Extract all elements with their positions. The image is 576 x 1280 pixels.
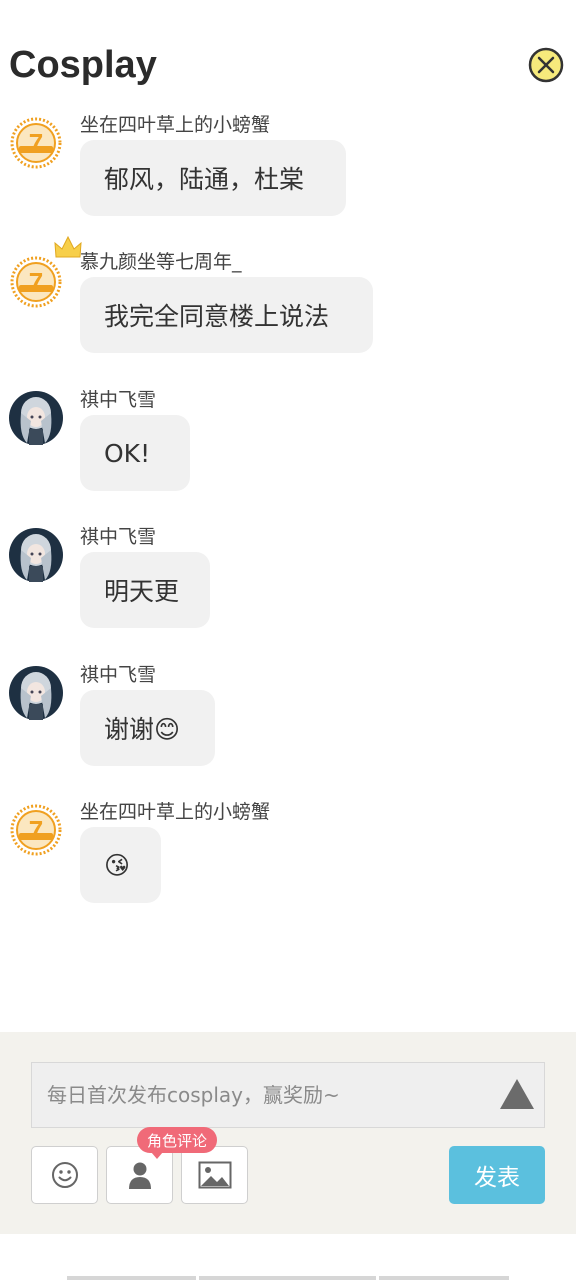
avatar[interactable] <box>9 528 63 582</box>
comment-input[interactable] <box>32 1063 492 1127</box>
crown-icon <box>54 235 82 258</box>
avatar[interactable] <box>9 116 63 170</box>
message-bubble: 明天更 <box>80 552 210 628</box>
username[interactable]: 慕九颜坐等七周年_ <box>80 247 242 274</box>
avatar[interactable] <box>9 666 63 720</box>
username[interactable]: 坐在四叶草上的小螃蟹 <box>80 797 270 824</box>
anime-avatar-icon <box>9 666 63 720</box>
badge-avatar-icon <box>9 116 63 170</box>
composer-panel: 角色评论 发表 <box>0 1032 576 1234</box>
badge-avatar-icon <box>9 255 63 309</box>
person-icon <box>128 1162 151 1189</box>
message-bubble: OK! <box>80 415 190 491</box>
username[interactable]: 祺中飞雪 <box>80 385 156 412</box>
avatar[interactable] <box>9 391 63 445</box>
page-title: Cosplay <box>9 44 157 86</box>
anime-avatar-icon <box>9 528 63 582</box>
avatar[interactable] <box>9 235 82 309</box>
image-button[interactable] <box>181 1146 248 1204</box>
message-bubble: 我完全同意楼上说法 <box>80 277 373 353</box>
role-comment-tag: 角色评论 <box>137 1127 218 1159</box>
emoji-button[interactable] <box>31 1146 98 1204</box>
close-button[interactable] <box>528 47 564 83</box>
triangle-up-icon[interactable] <box>499 1077 535 1111</box>
comment-input-box[interactable] <box>31 1062 545 1128</box>
nav-indicator <box>67 1276 196 1280</box>
anime-avatar-icon <box>9 391 63 445</box>
username[interactable]: 祺中飞雪 <box>80 522 156 549</box>
username[interactable]: 坐在四叶草上的小螃蟹 <box>80 110 270 137</box>
message-bubble: 谢谢😊 <box>80 690 215 766</box>
message-bubble: 郁风，陆通，杜棠 <box>80 140 346 216</box>
smiley-icon <box>51 1162 78 1188</box>
nav-indicator <box>379 1276 509 1280</box>
close-icon <box>528 47 564 83</box>
image-icon <box>198 1161 231 1189</box>
nav-indicator <box>199 1276 376 1280</box>
username[interactable]: 祺中飞雪 <box>80 660 156 687</box>
message-bubble: 😘 <box>80 827 161 903</box>
badge-avatar-icon <box>9 803 63 857</box>
post-button[interactable]: 发表 <box>449 1146 545 1204</box>
avatar[interactable] <box>9 803 63 857</box>
